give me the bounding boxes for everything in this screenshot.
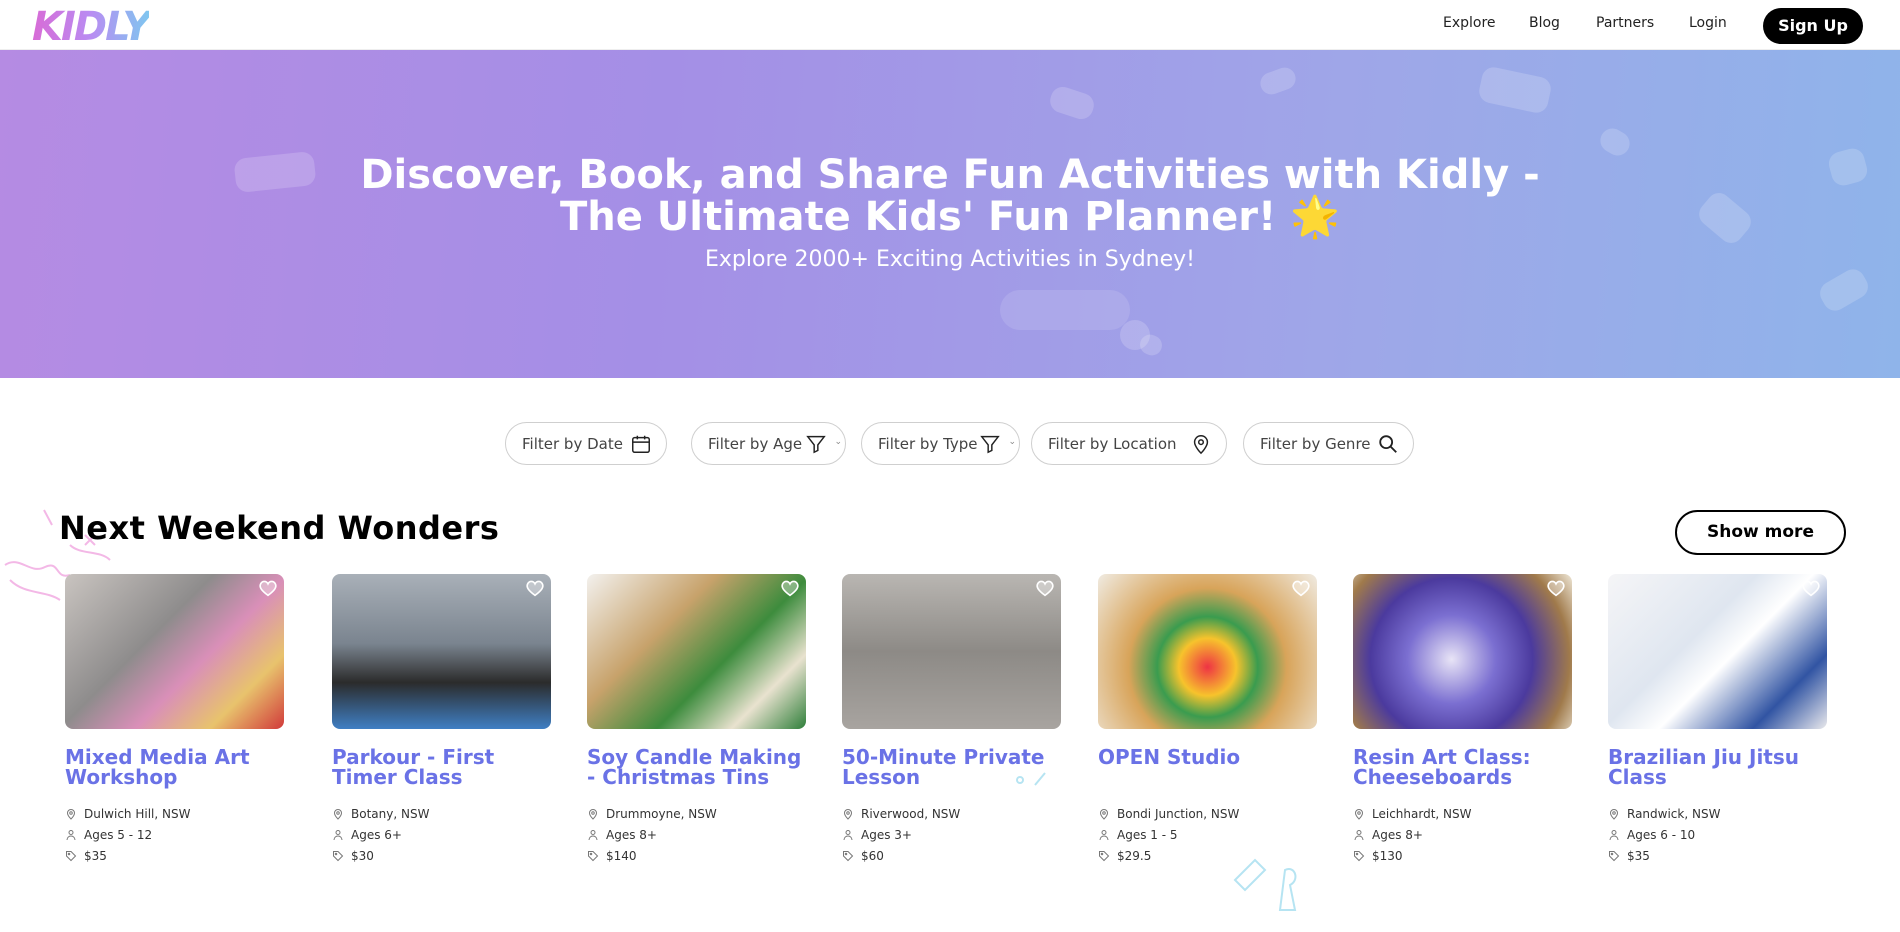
activity-image[interactable] [1353, 574, 1572, 729]
person-icon [1099, 830, 1109, 841]
nav-partners-link[interactable]: Partners [1596, 15, 1654, 31]
activity-location: Riverwood, NSW [842, 807, 960, 821]
heart-icon[interactable] [1546, 579, 1566, 597]
location-pin-icon [1099, 809, 1109, 820]
price-tag-icon [1099, 851, 1110, 862]
activity-location: Randwick, NSW [1608, 807, 1720, 821]
chevron-down-icon: ⌄ [1008, 437, 1016, 447]
activity-ages: Ages 6+ [332, 828, 402, 842]
activity-location: Bondi Junction, NSW [1098, 807, 1239, 821]
heart-icon[interactable] [525, 579, 545, 597]
activity-price: $30 [332, 849, 374, 863]
price-tag-icon [843, 851, 854, 862]
price-tag-icon [588, 851, 599, 862]
filter-icon [980, 435, 1000, 454]
activity-price: $140 [587, 849, 637, 863]
activity-ages: Ages 6 - 10 [1608, 828, 1695, 842]
sign-up-button[interactable]: Sign Up [1763, 8, 1863, 44]
filter-age[interactable]: Filter by Age ⌄ [691, 422, 846, 465]
filter-location[interactable]: Filter by Location [1031, 422, 1227, 465]
show-more-button[interactable]: Show more [1675, 510, 1846, 555]
location-pin-icon [1609, 809, 1619, 820]
activity-image[interactable] [65, 574, 284, 729]
person-icon [843, 830, 853, 841]
activity-title[interactable]: Parkour - First Timer Class [332, 747, 557, 787]
search-icon [1379, 435, 1397, 453]
filter-icon [806, 435, 826, 454]
price-tag-icon [1354, 851, 1365, 862]
person-icon [588, 830, 598, 841]
person-icon [333, 830, 343, 841]
nav-login-link[interactable]: Login [1689, 15, 1727, 31]
nav-explore-link[interactable]: Explore [1443, 15, 1496, 31]
activity-location: Drummoyne, NSW [587, 807, 717, 821]
activity-location: Dulwich Hill, NSW [65, 807, 190, 821]
doodle-decoration [1233, 858, 1297, 911]
activity-image[interactable] [587, 574, 806, 729]
activity-price: $29.5 [1098, 849, 1151, 863]
calendar-icon [632, 435, 650, 453]
nav-blog-link[interactable]: Blog [1529, 15, 1560, 31]
location-pin-icon [66, 809, 76, 820]
person-icon [1354, 830, 1364, 841]
section-title: Next Weekend Wonders [59, 509, 500, 547]
filter-date[interactable]: Filter by Date [505, 422, 667, 465]
filter-type[interactable]: Filter by Type ⌄ [861, 422, 1020, 465]
activity-title[interactable]: OPEN Studio [1098, 747, 1323, 767]
activity-title[interactable]: Soy Candle Making - Christmas Tins [587, 747, 812, 787]
filter-genre[interactable]: Filter by Genre [1243, 422, 1414, 465]
top-nav: KIDLY Explore Blog Partners Login Sign U… [0, 0, 1900, 50]
heart-icon[interactable] [258, 579, 278, 597]
price-tag-icon [333, 851, 344, 862]
activity-price: $130 [1353, 849, 1403, 863]
activity-title[interactable]: Brazilian Jiu Jitsu Class [1608, 747, 1833, 787]
activity-title[interactable]: 50-Minute Private Lesson [842, 747, 1067, 787]
hero-banner: Discover, Book, and Share Fun Activities… [0, 50, 1900, 378]
activity-image[interactable] [1608, 574, 1827, 729]
person-icon [1609, 830, 1619, 841]
activity-image[interactable] [842, 574, 1061, 729]
activity-ages: Ages 1 - 5 [1098, 828, 1178, 842]
location-pin-icon [588, 809, 598, 820]
activity-ages: Ages 8+ [587, 828, 657, 842]
heart-icon[interactable] [780, 579, 800, 597]
activity-title[interactable]: Mixed Media Art Workshop [65, 747, 290, 787]
activity-ages: Ages 3+ [842, 828, 912, 842]
activity-image[interactable] [332, 574, 551, 729]
person-icon [66, 830, 76, 841]
chevron-down-icon: ⌄ [834, 437, 842, 447]
activity-location: Botany, NSW [332, 807, 429, 821]
activity-image[interactable] [1098, 574, 1317, 729]
heart-icon[interactable] [1291, 579, 1311, 597]
price-tag-icon [66, 851, 77, 862]
activity-ages: Ages 8+ [1353, 828, 1423, 842]
activity-price: $35 [1608, 849, 1650, 863]
activity-ages: Ages 5 - 12 [65, 828, 152, 842]
heart-icon[interactable] [1801, 579, 1821, 597]
heart-icon[interactable] [1035, 579, 1055, 597]
kidly-logo[interactable]: KIDLY [32, 4, 151, 50]
location-pin-icon [333, 809, 343, 820]
location-pin-icon [1354, 809, 1364, 820]
activity-price: $60 [842, 849, 884, 863]
hero-title: Discover, Book, and Share Fun Activities… [360, 152, 1540, 240]
location-pin-icon [843, 809, 853, 820]
activity-title[interactable]: Resin Art Class: Cheeseboards [1353, 747, 1578, 787]
activity-location: Leichhardt, NSW [1353, 807, 1472, 821]
location-pin-icon [1193, 435, 1209, 455]
activity-price: $35 [65, 849, 107, 863]
price-tag-icon [1609, 851, 1620, 862]
hero-subtitle: Explore 2000+ Exciting Activities in Syd… [704, 247, 1195, 272]
